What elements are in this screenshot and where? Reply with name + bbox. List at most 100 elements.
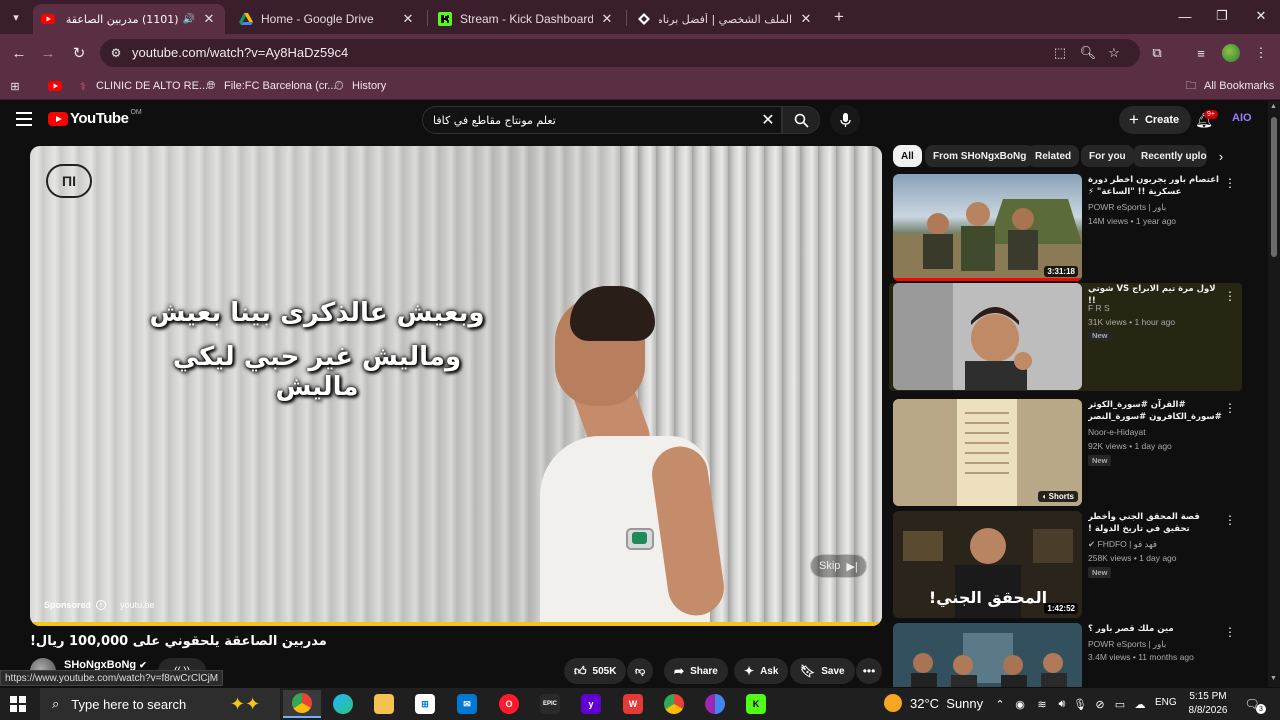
volume-icon[interactable]: 🔊︎ xyxy=(1054,696,1070,712)
voice-search-button[interactable] xyxy=(830,105,860,135)
bookmark-clinic[interactable]: ⚕ CLINIC DE ALTO RE... xyxy=(76,77,208,95)
site-info-icon[interactable]: ⚙ xyxy=(108,45,124,61)
chip-related[interactable]: Related xyxy=(1027,145,1080,167)
forward-icon[interactable]: → xyxy=(38,43,58,63)
taskbar-wps-app[interactable]: W xyxy=(614,690,652,718)
rec-title[interactable]: #القرآن #سورة_الكوثر #سورة_الكافرون #سور… xyxy=(1088,399,1222,423)
input-language[interactable]: ENG xyxy=(1155,697,1177,708)
recommended-video[interactable]: ◖ Shorts #القرآن #سورة_الكوثر #سورة_الكا… xyxy=(892,399,1242,507)
more-options-icon[interactable]: ⋮ xyxy=(1224,176,1236,190)
taskbar-edge-app[interactable] xyxy=(324,690,362,718)
extensions-icon[interactable]: ⧉ xyxy=(1148,44,1166,62)
ad-domain[interactable]: youtu.be xyxy=(120,600,155,610)
save-button[interactable]: 🔖︎ Save xyxy=(790,658,855,684)
taskbar-store-app[interactable]: ⊞ xyxy=(406,690,444,718)
menu-kebab-icon[interactable]: ⋮ xyxy=(1252,44,1270,62)
recommended-video[interactable]: لاول مرة تيم الابراج VS شوتي !! F R S 31… xyxy=(889,283,1242,391)
rec-channel[interactable]: Noor-e-Hidayat xyxy=(1088,427,1146,437)
tab-close-icon[interactable]: ✕ xyxy=(201,11,217,27)
maximize-icon[interactable]: ❐ xyxy=(1210,6,1234,26)
tab-close-icon[interactable]: ✕ xyxy=(798,11,814,27)
scroll-down-icon[interactable]: ▼ xyxy=(1270,675,1277,682)
video-player[interactable]: ΠI وبعيش عالذكرى بينا بعيش وماليش غير حب… xyxy=(30,146,882,626)
chip-all[interactable]: All xyxy=(893,145,922,167)
tray-app-icon[interactable]: ◉ xyxy=(1012,696,1028,712)
rec-channel[interactable]: ✔ FHDFO | فهد فو xyxy=(1088,539,1157,550)
cloud-icon[interactable]: ☁ xyxy=(1132,696,1148,712)
hamburger-menu-icon[interactable] xyxy=(16,112,32,126)
search-input[interactable]: تعلم مونتاج مقاطع في كافا xyxy=(422,106,782,134)
minimize-icon[interactable]: — xyxy=(1173,6,1197,26)
profile-avatar[interactable] xyxy=(1222,44,1240,62)
taskbar-epic-app[interactable]: EPIC xyxy=(531,690,569,718)
microphone-icon[interactable]: 🎙︎ xyxy=(1072,696,1088,712)
bookmark-fc-barcelona[interactable]: 🌐︎ File:FC Barcelona (cr... xyxy=(204,77,337,95)
network-off-icon[interactable]: ⊘ xyxy=(1092,696,1108,712)
video-thumbnail[interactable]: !المحقق الجني 1:42:52 xyxy=(893,511,1082,618)
all-bookmarks[interactable]: 🗀 All Bookmarks xyxy=(1184,77,1275,95)
new-tab-icon[interactable]: + xyxy=(830,7,848,26)
create-button[interactable]: + Create xyxy=(1119,106,1192,134)
chevron-right-icon[interactable]: › xyxy=(1212,147,1230,165)
speaker-icon[interactable]: 🔊 xyxy=(183,14,195,25)
system-clock[interactable]: 5:15 PM 8/8/2026 xyxy=(1188,690,1228,718)
more-options-icon[interactable]: ⋮ xyxy=(1224,513,1236,527)
video-thumbnail[interactable] xyxy=(893,623,1082,687)
chip-recently-uploaded[interactable]: Recently uploa xyxy=(1133,145,1207,167)
media-control-icon[interactable]: ≡ xyxy=(1192,44,1210,62)
bookmark-history[interactable]: 🕘︎ History xyxy=(332,77,387,95)
taskbar-chrome-profile-app[interactable] xyxy=(696,690,734,718)
taskbar-yahoo-app[interactable]: y xyxy=(572,690,610,718)
rec-channel[interactable]: POWR eSports | باور xyxy=(1088,202,1166,213)
battery-icon[interactable]: ▭ xyxy=(1112,696,1128,712)
rec-title[interactable]: اعتصام باور يجربون اخطر دورة عسكرية !! "… xyxy=(1088,174,1222,198)
more-options-icon[interactable]: ⋮ xyxy=(1224,401,1236,415)
bookmark-star-icon[interactable]: ☆ xyxy=(1106,45,1122,61)
apps-grid-icon[interactable]: ⊞ xyxy=(8,77,28,95)
like-button[interactable]: 👍︎ 505K xyxy=(564,658,627,684)
tab-google-drive[interactable]: Home - Google Drive ✕ xyxy=(231,4,424,34)
account-avatar[interactable]: AIO xyxy=(1232,112,1252,124)
windows-start-icon[interactable] xyxy=(10,696,26,712)
address-bar[interactable]: ⚙ youtube.com/watch?v=Ay8HaDz59c4 ⬚ 🔍︎ ☆ xyxy=(100,39,1140,67)
recommended-video[interactable]: 3:31:18 اعتصام باور يجربون اخطر دورة عسك… xyxy=(892,174,1242,282)
chip-from-channel[interactable]: From SHoNgxBoNg xyxy=(925,145,1035,167)
tab-search-icon[interactable]: ▾ xyxy=(6,7,26,27)
rec-channel[interactable]: POWR eSports | باور xyxy=(1088,639,1166,650)
taskbar-chrome-app[interactable] xyxy=(283,690,321,718)
share-button[interactable]: ➦ Share xyxy=(664,658,728,684)
rec-title[interactable]: مين ملك قصر باور ؟ xyxy=(1088,623,1222,635)
dislike-button[interactable]: 👎︎ xyxy=(627,658,654,684)
skip-ad-button[interactable]: Skip ▶| xyxy=(810,554,867,578)
zoom-icon[interactable]: 🔍︎ xyxy=(1080,45,1097,61)
scroll-up-icon[interactable]: ▲ xyxy=(1270,103,1277,110)
weather-widget[interactable]: 32°C Sunny xyxy=(884,694,983,712)
search-button[interactable] xyxy=(782,106,820,134)
taskbar-chrome-2-app[interactable] xyxy=(655,690,693,718)
taskbar-search[interactable]: ⌕ Type here to search ✦✦ xyxy=(40,688,280,720)
more-options-icon[interactable]: ⋮ xyxy=(1224,289,1236,303)
url-text[interactable]: youtube.com/watch?v=Ay8HaDz59c4 xyxy=(132,45,348,60)
info-icon[interactable]: i xyxy=(96,600,107,610)
tab-profile-page[interactable]: الملف الشخصي | أفضل برنامج لت ✕ xyxy=(629,4,822,34)
rec-channel[interactable]: F R S xyxy=(1088,303,1110,313)
tab-kick-dashboard[interactable]: Stream - Kick Dashboard ✕ xyxy=(430,4,623,34)
window-close-icon[interactable]: ✕ xyxy=(1249,6,1273,26)
ad-progress-bar[interactable] xyxy=(30,622,882,626)
reload-icon[interactable]: ↻ xyxy=(69,43,89,63)
tray-overflow-icon[interactable]: ⌃ xyxy=(992,696,1008,712)
wifi-icon[interactable]: ≋ xyxy=(1034,696,1050,712)
rec-title[interactable]: قصة المحقق الجني وأخطر تحقيق في تاريخ ال… xyxy=(1088,511,1222,535)
bookmark-youtube[interactable] xyxy=(48,77,68,95)
tab-close-icon[interactable]: ✕ xyxy=(400,11,416,27)
video-thumbnail[interactable]: ◖ Shorts xyxy=(893,399,1082,506)
taskbar-kick-app[interactable]: K xyxy=(737,690,775,718)
recommended-video[interactable]: !المحقق الجني 1:42:52 قصة المحقق الجني و… xyxy=(892,511,1242,619)
taskbar-mail-app[interactable]: ✉ xyxy=(448,690,486,718)
video-thumbnail[interactable]: 3:31:18 xyxy=(893,174,1082,281)
more-options-icon[interactable]: ⋮ xyxy=(1224,625,1236,639)
page-scrollbar[interactable]: ▲ ▼ xyxy=(1268,101,1280,687)
install-app-icon[interactable]: ⬚ xyxy=(1052,45,1068,61)
tab-youtube[interactable]: (1101) مدربين الصاعقة يلحقو 🔊 ✕ xyxy=(33,4,225,34)
taskbar-explorer-app[interactable] xyxy=(365,690,403,718)
